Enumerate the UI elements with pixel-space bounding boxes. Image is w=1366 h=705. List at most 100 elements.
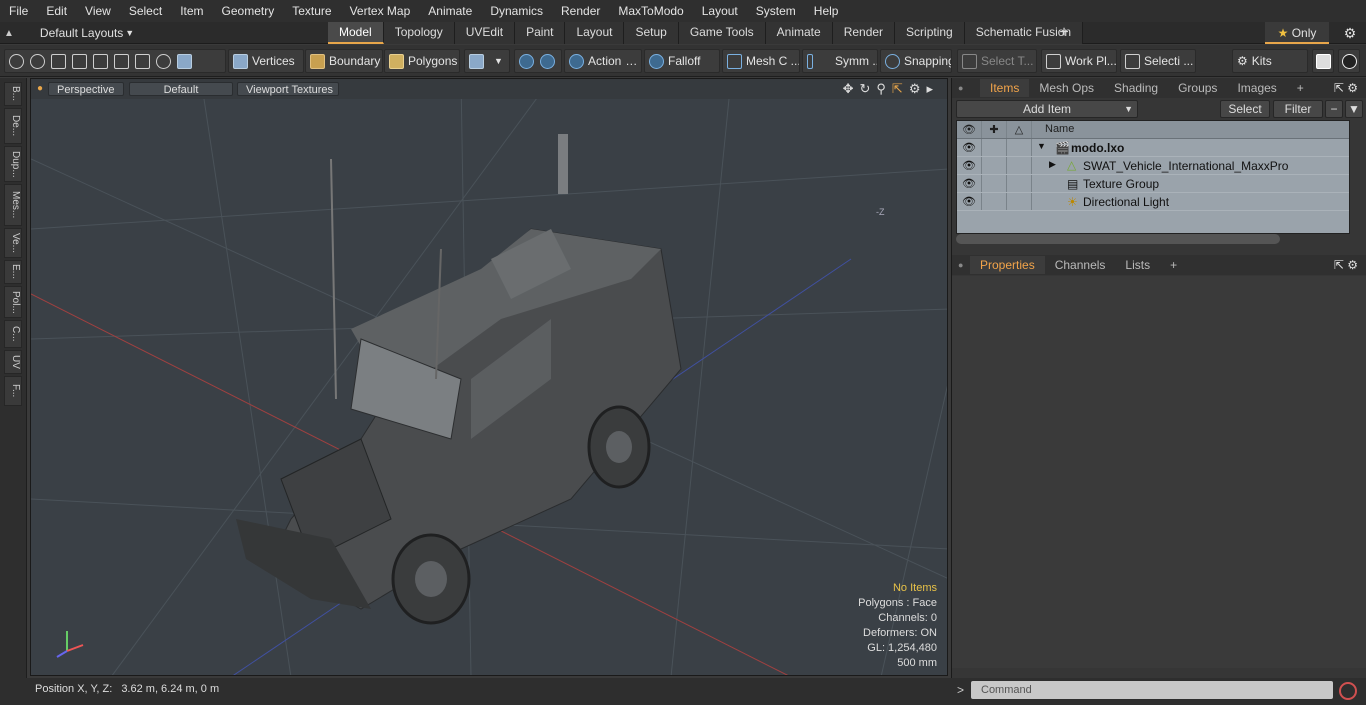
menu-edit[interactable]: Edit bbox=[37, 0, 76, 22]
settings-icon[interactable]: ⚙ bbox=[909, 81, 921, 97]
select-through-button[interactable]: Select T... bbox=[957, 49, 1037, 73]
left-tab-edge[interactable]: E... bbox=[4, 260, 22, 284]
action-center-button[interactable]: Action… bbox=[564, 49, 642, 73]
command-input[interactable]: Command bbox=[971, 681, 1333, 699]
snapping-button[interactable]: Snapping bbox=[880, 49, 952, 73]
move-icon[interactable]: ✥ bbox=[843, 81, 854, 97]
expand-icon[interactable]: ▼ bbox=[1037, 141, 1046, 151]
expand-icon[interactable]: ▶ bbox=[1049, 159, 1056, 170]
menu-animate[interactable]: Animate bbox=[419, 0, 481, 22]
panel-dot-icon[interactable]: ● bbox=[958, 83, 966, 93]
menu-texture[interactable]: Texture bbox=[283, 0, 340, 22]
tab-layout[interactable]: Layout bbox=[565, 22, 625, 44]
add-panel-tab-icon[interactable]: + bbox=[1160, 256, 1187, 274]
layouts-dropdown[interactable]: ▲ Default Layouts ▼ bbox=[4, 22, 134, 44]
record-icon[interactable] bbox=[1339, 682, 1357, 700]
unity-button[interactable] bbox=[1312, 49, 1334, 73]
item-mode-button[interactable]: ▼ bbox=[464, 49, 510, 73]
eye-icon[interactable]: 👁 bbox=[957, 139, 982, 156]
shield-alt-icon[interactable] bbox=[540, 53, 555, 69]
tab-groups[interactable]: Groups bbox=[1168, 79, 1227, 97]
left-tab-deform[interactable]: De... bbox=[4, 108, 22, 144]
tab-channels[interactable]: Channels bbox=[1045, 256, 1116, 274]
menu-vertex-map[interactable]: Vertex Map bbox=[341, 0, 420, 22]
left-tab-uv[interactable]: UV bbox=[4, 350, 22, 374]
tab-scripting[interactable]: Scripting bbox=[895, 22, 965, 44]
cube-icon[interactable] bbox=[177, 53, 192, 69]
kits-button[interactable]: ⚙ Kits bbox=[1232, 49, 1308, 73]
work-plane-button[interactable]: Work Pl... bbox=[1041, 49, 1117, 73]
item-list-scrollbar[interactable] bbox=[956, 234, 1280, 244]
menu-view[interactable]: View bbox=[76, 0, 120, 22]
perspective-button[interactable]: Perspective bbox=[48, 82, 124, 96]
menu-system[interactable]: System bbox=[747, 0, 805, 22]
eye-icon[interactable]: 👁 bbox=[957, 157, 982, 174]
panel-settings-icons[interactable]: ⇱ ⚙ bbox=[1334, 81, 1358, 95]
tab-render[interactable]: Render bbox=[832, 22, 896, 44]
symmetry-button[interactable]: Symm ... bbox=[802, 49, 878, 73]
item-row-directional-light[interactable]: 👁 ☀ Directional Light bbox=[957, 193, 1349, 211]
circle-select-icon[interactable] bbox=[9, 53, 24, 69]
tab-properties[interactable]: Properties bbox=[970, 256, 1045, 274]
only-toggle[interactable]: ★ Only bbox=[1265, 22, 1329, 44]
menu-dynamics[interactable]: Dynamics bbox=[481, 0, 552, 22]
tab-paint[interactable]: Paint bbox=[515, 22, 566, 44]
menu-layout[interactable]: Layout bbox=[693, 0, 747, 22]
collapse-icon[interactable]: − bbox=[1325, 100, 1343, 118]
vehicle-model[interactable] bbox=[236, 134, 682, 625]
vertices-button[interactable]: Vertices bbox=[228, 49, 304, 73]
pen-icon[interactable] bbox=[51, 53, 66, 69]
sphere-icon[interactable] bbox=[156, 53, 171, 69]
tab-images[interactable]: Images bbox=[1227, 79, 1286, 97]
left-tab-fusion[interactable]: F... bbox=[4, 376, 22, 406]
zoom-icon[interactable]: ⚲ bbox=[876, 81, 886, 97]
eye-icon[interactable]: 👁 bbox=[957, 193, 982, 210]
tab-model[interactable]: Model bbox=[328, 22, 384, 44]
eye-icon[interactable]: 👁 bbox=[957, 175, 982, 192]
panel-settings-icons[interactable]: ⇱ ⚙ bbox=[1334, 258, 1358, 272]
tab-game-tools[interactable]: Game Tools bbox=[678, 22, 766, 44]
filter-button[interactable]: Filter bbox=[1273, 100, 1323, 118]
add-tab-icon[interactable]: + bbox=[1055, 22, 1073, 44]
layouts-expand-icon[interactable]: ▲ bbox=[4, 28, 14, 39]
falloff-button[interactable]: Falloff bbox=[644, 49, 720, 73]
menu-maxtomodo[interactable]: MaxToModo bbox=[609, 0, 692, 22]
item-row-vehicle[interactable]: 👁 ▶ △ SWAT_Vehicle_International_MaxxPro bbox=[957, 157, 1349, 175]
selection-sets-button[interactable]: Selecti ... bbox=[1120, 49, 1196, 73]
select-button[interactable]: Select bbox=[1220, 100, 1270, 118]
tab-topology[interactable]: Topology bbox=[383, 22, 455, 44]
add-panel-tab-icon[interactable]: + bbox=[1287, 79, 1314, 97]
menu-item[interactable]: Item bbox=[171, 0, 212, 22]
tab-items[interactable]: Items bbox=[980, 79, 1030, 97]
boundary-button[interactable]: Boundary bbox=[305, 49, 383, 73]
grid-icon[interactable] bbox=[114, 53, 129, 69]
mesh-constraint-button[interactable]: Mesh C ... bbox=[722, 49, 800, 73]
gear-icon[interactable]: ⚙ bbox=[1340, 22, 1360, 44]
globe-icon[interactable] bbox=[30, 53, 45, 69]
shading-default-button[interactable]: Default bbox=[129, 82, 233, 96]
rotate-icon[interactable]: ↻ bbox=[859, 81, 870, 97]
left-tab-curve[interactable]: C... bbox=[4, 320, 22, 348]
shield-icon[interactable] bbox=[519, 53, 534, 69]
funnel-icon[interactable]: ▼ bbox=[1345, 100, 1363, 118]
panel-dot-icon[interactable]: ● bbox=[958, 260, 966, 270]
left-tab-duplicate[interactable]: Dup... bbox=[4, 146, 22, 182]
left-tab-mesh-edit[interactable]: Mes... bbox=[4, 184, 22, 226]
left-tab-vertex[interactable]: Ve... bbox=[4, 228, 22, 258]
stack-icon[interactable] bbox=[93, 53, 108, 69]
arrow-right-icon[interactable]: ▸ bbox=[926, 81, 933, 97]
tab-animate[interactable]: Animate bbox=[765, 22, 833, 44]
menu-geometry[interactable]: Geometry bbox=[213, 0, 284, 22]
viewport-textures-button[interactable]: Viewport Textures bbox=[237, 82, 339, 96]
add-item-button[interactable]: Add Item ▼ bbox=[956, 100, 1138, 118]
frame-icon[interactable] bbox=[135, 53, 150, 69]
menu-render[interactable]: Render bbox=[552, 0, 609, 22]
tab-uvedit[interactable]: UVEdit bbox=[454, 22, 516, 44]
maximize-icon[interactable]: ⇱ bbox=[892, 81, 903, 97]
item-row-modo[interactable]: 👁 ▼ 🎬 modo.lxo bbox=[957, 139, 1349, 157]
tab-shading[interactable]: Shading bbox=[1104, 79, 1168, 97]
left-tab-basic[interactable]: B... bbox=[4, 82, 22, 106]
unreal-button[interactable] bbox=[1338, 49, 1360, 73]
tab-setup[interactable]: Setup bbox=[624, 22, 679, 44]
viewport-dot-icon[interactable]: ● bbox=[37, 83, 43, 94]
